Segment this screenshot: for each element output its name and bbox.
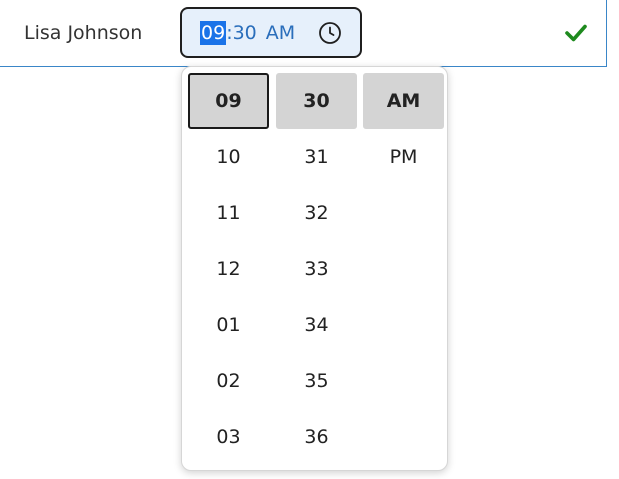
hour-option[interactable]: 03 [188, 409, 269, 465]
hour-column: 09 10 11 12 01 02 03 [188, 73, 269, 465]
minute-option[interactable]: 36 [276, 409, 357, 465]
time-input[interactable]: 09:30 AM [180, 7, 362, 58]
minute-column: 30 31 32 33 34 35 36 [276, 73, 357, 465]
hour-option[interactable]: 01 [188, 297, 269, 353]
time-picker-dropdown: 09 10 11 12 01 02 03 30 31 32 33 34 35 3… [181, 66, 448, 471]
hour-option[interactable]: 09 [188, 73, 269, 129]
minute-segment[interactable]: 30 [233, 21, 257, 45]
clock-icon[interactable] [318, 21, 342, 45]
hour-segment[interactable]: 09 [200, 20, 227, 45]
hour-option[interactable]: 12 [188, 241, 269, 297]
minute-option[interactable]: 35 [276, 353, 357, 409]
minute-option[interactable]: 30 [276, 73, 357, 129]
period-column: AM PM [363, 73, 444, 185]
hour-option[interactable]: 11 [188, 185, 269, 241]
minute-option[interactable]: 32 [276, 185, 357, 241]
minute-option[interactable]: 34 [276, 297, 357, 353]
period-segment[interactable]: AM [266, 21, 295, 45]
hour-option[interactable]: 02 [188, 353, 269, 409]
period-option-pm[interactable]: PM [363, 129, 444, 185]
period-option-am[interactable]: AM [363, 73, 444, 129]
hour-option[interactable]: 10 [188, 129, 269, 185]
minute-option[interactable]: 33 [276, 241, 357, 297]
table-row: Lisa Johnson 09:30 AM [0, 0, 607, 67]
checkmark-icon [565, 24, 587, 42]
minute-option[interactable]: 31 [276, 129, 357, 185]
employee-name: Lisa Johnson [24, 22, 143, 44]
